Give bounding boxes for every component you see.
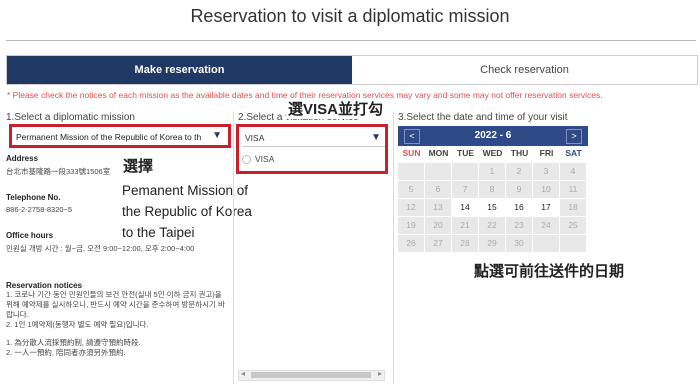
calendar-day-28: 28 (452, 235, 478, 252)
scrollbar-thumb[interactable] (251, 372, 371, 378)
annotation-visa: 選VISA並打勾 (286, 98, 386, 119)
hours-label: Office hours (6, 231, 54, 240)
step3-label: 3.Select the date and time of your visit (398, 112, 568, 123)
calendar-day-20: 20 (425, 217, 451, 234)
dropdown-arrow-icon[interactable]: ▼ (371, 130, 381, 146)
column-divider (233, 112, 234, 384)
notice-line: 2. 一人一預約, 陪同者亦須另外預約. (6, 348, 126, 357)
prev-month-button[interactable]: < (404, 129, 420, 144)
address-value: 台北市基隆路一段333號1506室 (6, 167, 111, 176)
service-select[interactable]: VISA ▼ (242, 130, 385, 147)
annotation-select: 選擇 (123, 158, 154, 175)
weekday-fri: FRI (539, 148, 554, 158)
phone-label: Telephone No. (6, 193, 61, 202)
notice-line: 2. 1인 1예약제(동행자 별도 예약 필요)입니다. (6, 320, 149, 329)
radio-icon[interactable] (242, 155, 251, 165)
calendar-day-13: 13 (425, 199, 451, 216)
notice-line: 랍니다. (6, 310, 29, 319)
page-title: Reservation to visit a diplomatic missio… (190, 6, 510, 26)
calendar-empty-cell (452, 163, 478, 180)
notice-line: 위해 예약제를 실시하오니, 반드시 예약 시간을 준수하여 방문하시기 바 (6, 300, 225, 309)
title-divider (6, 40, 696, 41)
tab-check-reservation[interactable]: Check reservation (352, 56, 697, 84)
notice-line (6, 330, 228, 338)
calendar-day-9: 9 (506, 181, 532, 198)
step1-label: 1.Select a diplomatic mission (6, 112, 135, 123)
calendar-day-27: 27 (425, 235, 451, 252)
horizontal-scrollbar[interactable]: ◂ ▸ (238, 369, 385, 381)
phone-value: 886-2-2758-8320~5 (6, 205, 73, 214)
weekday-thu: THU (510, 148, 529, 158)
calendar-day-1: 1 (479, 163, 505, 180)
calendar-day-18: 18 (560, 199, 586, 216)
notice-line: 1. 為分散人流採預約制, 請遵守預約時段. (6, 338, 141, 347)
calendar-day-30: 30 (506, 235, 532, 252)
calendar-empty-cell (425, 163, 451, 180)
service-select-value: VISA (245, 133, 265, 143)
notices-label: Reservation notices (6, 281, 83, 290)
calendar-day-21: 21 (452, 217, 478, 234)
calendar-day-19: 19 (398, 217, 424, 234)
weekday-tue: TUE (457, 148, 474, 158)
tab-bar: Make reservation Check reservation (6, 55, 698, 85)
calendar: 2022 - 6 < > SUN MON TUE WED THU FRI SAT 1 2 3 4 5 6… (398, 126, 588, 252)
calendar-day-14[interactable]: 14 (452, 199, 478, 216)
weekday-sun: SUN (402, 148, 421, 158)
calendar-day-2: 2 (506, 163, 532, 180)
weekday-sat: SAT (565, 148, 582, 158)
service-option-label: VISA (255, 154, 275, 164)
notice-line: 1. 코로나 기간 동안 민원인들의 보건 안전(실내 5인 이하 금지 권고)… (6, 290, 222, 299)
notices-list: 1. 코로나 기간 동안 민원인들의 보건 안전(실내 5인 이하 금지 권고)… (6, 290, 228, 358)
hours-value: 민원실 개방 시간 : 월~금, 오전 9:00~12:00, 오후 2:00~… (6, 244, 195, 253)
dropdown-arrow-icon[interactable]: ▼ (212, 130, 222, 141)
calendar-day-17[interactable]: 17 (533, 199, 559, 216)
calendar-day-5: 5 (398, 181, 424, 198)
calendar-month: 2022 - 6 (474, 130, 512, 141)
mission-select-highlight: Permanent Mission of the Republic of Kor… (9, 124, 231, 148)
calendar-day-8: 8 (479, 181, 505, 198)
calendar-day-6: 6 (425, 181, 451, 198)
calendar-day-26: 26 (398, 235, 424, 252)
calendar-day-24: 24 (533, 217, 559, 234)
calendar-empty-cell (398, 163, 424, 180)
calendar-day-10: 10 (533, 181, 559, 198)
calendar-day-12: 12 (398, 199, 424, 216)
scroll-left-icon[interactable]: ◂ (241, 369, 245, 378)
calendar-header: 2022 - 6 < > (398, 126, 588, 146)
service-select-highlight: VISA ▼ VISA (236, 124, 388, 174)
mission-select[interactable]: Permanent Mission of the Republic of Kor… (16, 130, 222, 144)
column-divider (393, 112, 394, 384)
calendar-day-25: 25 (560, 217, 586, 234)
calendar-day-23: 23 (506, 217, 532, 234)
calendar-day-3: 3 (533, 163, 559, 180)
weekday-wed: WED (482, 148, 503, 158)
calendar-day-11: 11 (560, 181, 586, 198)
calendar-day-15[interactable]: 15 (479, 199, 505, 216)
calendar-day-7: 7 (452, 181, 478, 198)
next-month-button[interactable]: > (566, 129, 582, 144)
weekday-mon: MON (428, 148, 449, 158)
calendar-day-22: 22 (479, 217, 505, 234)
scroll-right-icon[interactable]: ▸ (378, 369, 382, 378)
address-label: Address (6, 154, 39, 163)
calendar-day-16[interactable]: 16 (506, 199, 532, 216)
calendar-empty-cell (560, 235, 586, 252)
service-option-visa[interactable]: VISA (242, 154, 275, 165)
annotation-date: 點選可前往送件的日期 (474, 263, 625, 280)
mission-select-value: Permanent Mission of the Republic of Kor… (16, 132, 202, 142)
calendar-day-29: 29 (479, 235, 505, 252)
calendar-day-4: 4 (560, 163, 586, 180)
calendar-empty-cell (533, 235, 559, 252)
tab-make-reservation[interactable]: Make reservation (7, 56, 352, 84)
